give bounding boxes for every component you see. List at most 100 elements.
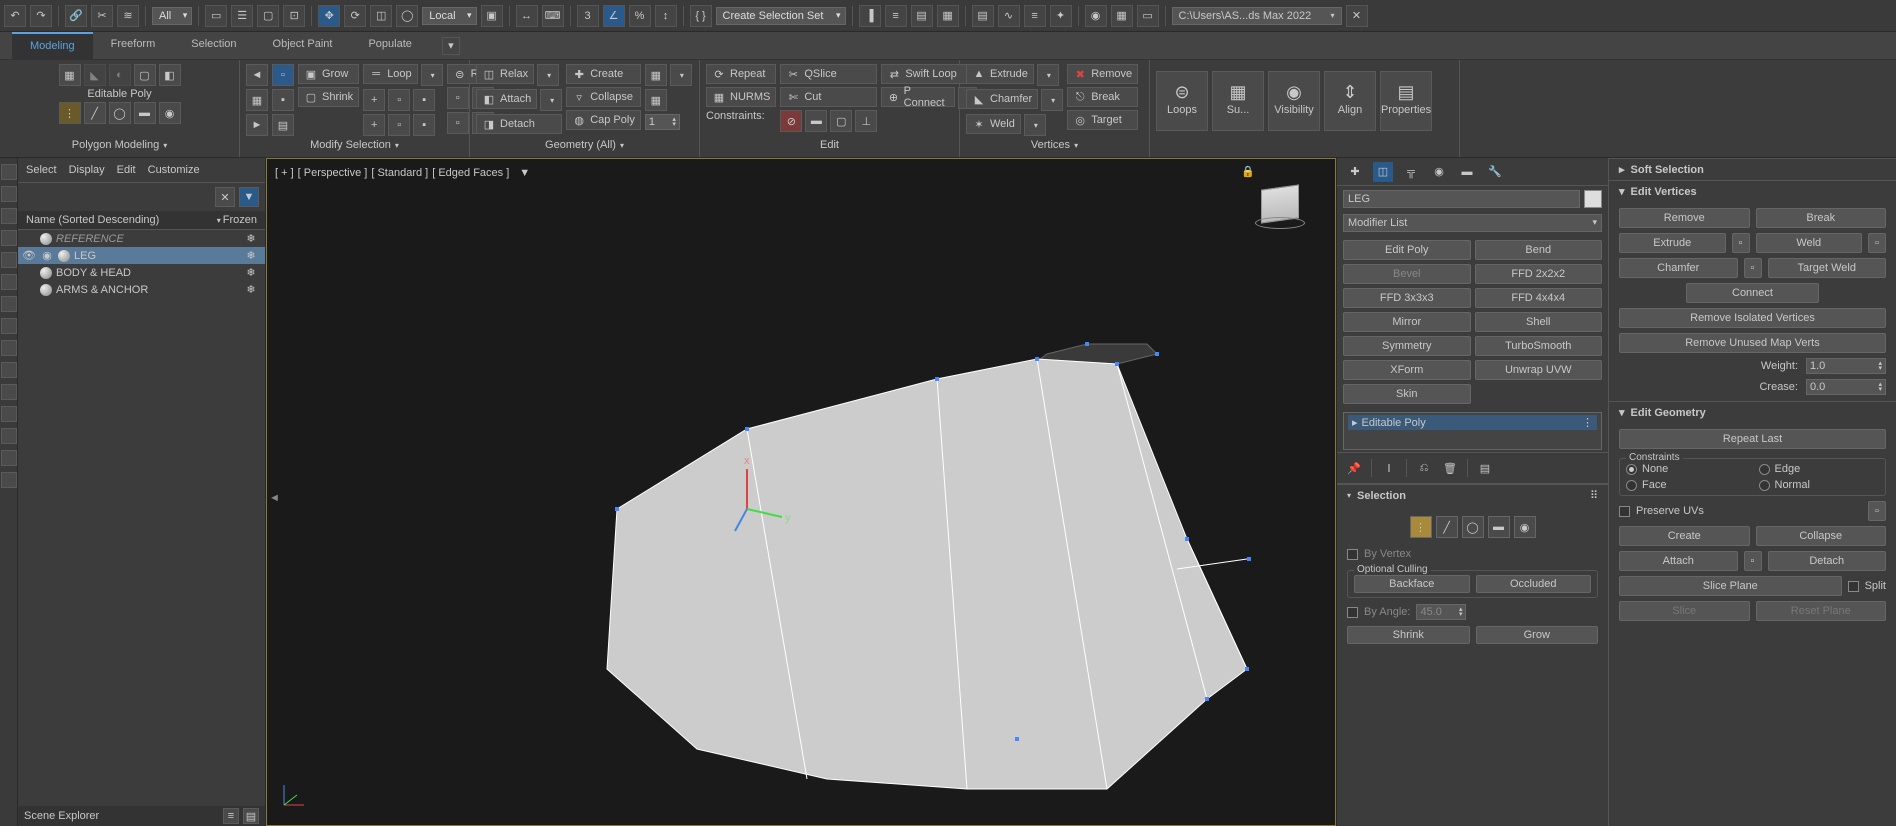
weld-dd-icon[interactable]: ▾: [1024, 114, 1046, 136]
reset-plane-button[interactable]: Reset Plane: [1756, 601, 1887, 621]
vstrip-btn[interactable]: [1, 340, 17, 356]
constraint-none-icon[interactable]: ⊘: [780, 110, 802, 132]
vstrip-btn[interactable]: [1, 318, 17, 334]
weld-button[interactable]: ✶Weld: [966, 114, 1021, 134]
vertex-subobj-icon[interactable]: ⋮: [59, 102, 81, 124]
radio-edge[interactable]: [1759, 464, 1770, 475]
mod-btn-symmetry[interactable]: Symmetry: [1343, 336, 1471, 356]
close-filter-icon[interactable]: ✕: [215, 187, 235, 207]
mod-btn-ffd3[interactable]: FFD 3x3x3: [1343, 288, 1471, 308]
pin-stack-icon[interactable]: 📌: [1345, 459, 1363, 477]
material-editor-icon[interactable]: ◉: [1085, 5, 1107, 27]
ring-opt2-icon[interactable]: ▪: [413, 114, 435, 136]
crease-spinner[interactable]: 0.0▴▾: [1806, 379, 1886, 395]
chamfer-ribbon-button[interactable]: ◣Chamfer: [966, 89, 1038, 109]
p-connect-button[interactable]: ⊕P Connect: [881, 87, 954, 107]
named-sel-icon[interactable]: { }: [690, 5, 712, 27]
mod-btn-turbosmooth[interactable]: TurboSmooth: [1475, 336, 1603, 356]
create-selection-set-dropdown[interactable]: Create Selection Set: [716, 7, 846, 25]
break-vert-button[interactable]: Break: [1756, 208, 1887, 228]
weld-vert-button[interactable]: Weld: [1756, 233, 1863, 253]
menu-edit[interactable]: Edit: [117, 164, 136, 176]
snap-toggle-icon[interactable]: 3: [577, 5, 599, 27]
list-item[interactable]: ARMS & ANCHOR ❄: [18, 281, 265, 298]
list-item[interactable]: 👁 ◉ LEG ❄: [18, 247, 265, 264]
sel-border-icon[interactable]: ◯: [1462, 516, 1484, 538]
make-unique-icon[interactable]: ⎌: [1415, 459, 1433, 477]
manip-icon[interactable]: ↔: [516, 5, 538, 27]
expand-icon[interactable]: ▸: [1352, 416, 1358, 429]
mod-btn-ffd4[interactable]: FFD 4x4x4: [1475, 288, 1603, 308]
weld-settings-button[interactable]: ▫: [1868, 233, 1886, 253]
occluded-button[interactable]: Occluded: [1476, 575, 1592, 593]
viewport-label-std[interactable]: [ Standard ]: [371, 167, 428, 179]
stack-vertex-icon[interactable]: ⋮: [1582, 416, 1593, 429]
frozen-icon[interactable]: ❄: [241, 249, 261, 262]
visibility-icon[interactable]: 👁: [22, 249, 36, 262]
chk-split[interactable]: [1848, 581, 1859, 592]
radio-normal[interactable]: [1759, 480, 1770, 491]
subdivision-large-button[interactable]: ▦Su...: [1212, 71, 1264, 131]
bind-icon[interactable]: ≋: [117, 5, 139, 27]
ring-opt1-icon[interactable]: ▫: [388, 114, 410, 136]
keyboard-icon[interactable]: ⌨: [542, 5, 564, 27]
rect-select-icon[interactable]: ▢: [257, 5, 279, 27]
geo-opt1-icon[interactable]: ▦: [645, 64, 667, 86]
target-button[interactable]: ◎Target: [1067, 110, 1138, 130]
footer-btn-2[interactable]: ▤: [243, 808, 259, 824]
render-frame-icon[interactable]: ▭: [1137, 5, 1159, 27]
geo-detach-button[interactable]: Detach: [1768, 551, 1887, 571]
selection-filter-dropdown[interactable]: All: [152, 7, 192, 25]
mod-btn-bend[interactable]: Bend: [1475, 240, 1603, 260]
sel-hl-icon[interactable]: ▤: [272, 114, 294, 136]
edit-poly-mode-icon[interactable]: ◣: [84, 64, 106, 86]
vstrip-btn[interactable]: [1, 252, 17, 268]
object-name-field[interactable]: LEG: [1343, 190, 1580, 208]
break-button[interactable]: ⎋Break: [1067, 87, 1138, 107]
render-setup-icon[interactable]: ▦: [1111, 5, 1133, 27]
menu-display[interactable]: Display: [69, 164, 105, 176]
vstrip-btn[interactable]: [1, 362, 17, 378]
msmooth-spinner[interactable]: 1▴▾: [645, 114, 680, 130]
object-color-swatch[interactable]: [1584, 190, 1602, 208]
shrink-button[interactable]: ▢Shrink: [298, 87, 359, 107]
slice-plane-button[interactable]: Slice Plane: [1619, 576, 1842, 596]
list-item[interactable]: REFERENCE ❄: [18, 230, 265, 247]
spinner-snap-icon[interactable]: ↕: [655, 5, 677, 27]
viewport-label-edged[interactable]: [ Edged Faces ]: [432, 167, 509, 179]
grow-button[interactable]: ▣Grow: [298, 64, 359, 84]
frozen-icon[interactable]: ❄: [241, 266, 261, 279]
remove-modifier-icon[interactable]: 🗑: [1441, 459, 1459, 477]
utilities-tab-icon[interactable]: 🔧: [1485, 162, 1505, 182]
loop-dd-icon[interactable]: ▾: [421, 64, 443, 86]
vstrip-btn[interactable]: [1, 208, 17, 224]
ribbon-collapse-icon[interactable]: ▾: [442, 37, 460, 55]
menu-select[interactable]: Select: [26, 164, 57, 176]
extrude-settings-button[interactable]: ▫: [1732, 233, 1750, 253]
undo-icon[interactable]: ↶: [4, 5, 26, 27]
slice-button[interactable]: Slice: [1619, 601, 1750, 621]
ring-add-icon[interactable]: +: [363, 114, 385, 136]
modifier-list-dropdown[interactable]: Modifier List: [1343, 214, 1602, 232]
shrink-sel-icon[interactable]: ▫: [272, 64, 294, 86]
ring-b3-icon[interactable]: ▫: [447, 112, 469, 134]
properties-large-button[interactable]: ▤Properties: [1380, 71, 1432, 131]
panel-title-geometry-all[interactable]: Geometry (All)▾: [476, 137, 693, 153]
modify-tab-icon[interactable]: ◫: [1373, 162, 1393, 182]
create-button[interactable]: ✚Create: [566, 64, 641, 84]
loop-opt2-icon[interactable]: ▪: [413, 89, 435, 111]
relax-dd-icon[interactable]: ▾: [537, 64, 559, 86]
geo-opt2-icon[interactable]: ▦: [645, 89, 667, 111]
select-name-icon[interactable]: ☰: [231, 5, 253, 27]
poly-subobj-icon[interactable]: ▬: [134, 102, 156, 124]
rollout-soft-selection-header[interactable]: ▸ Soft Selection: [1609, 158, 1896, 180]
angle-snap-icon[interactable]: ∠: [603, 5, 625, 27]
element-subobj-icon[interactable]: ◉: [159, 102, 181, 124]
schematic-icon[interactable]: ∿: [998, 5, 1020, 27]
modifier-stack[interactable]: ▸Editable Poly⋮: [1343, 412, 1602, 450]
vstrip-btn[interactable]: [1, 428, 17, 444]
next-sel-icon[interactable]: ►: [246, 114, 268, 136]
constraint-normal-icon[interactable]: ⊥: [855, 110, 877, 132]
lock-icon[interactable]: 🔒: [1241, 165, 1255, 178]
loop-button[interactable]: ═Loop: [363, 64, 417, 84]
